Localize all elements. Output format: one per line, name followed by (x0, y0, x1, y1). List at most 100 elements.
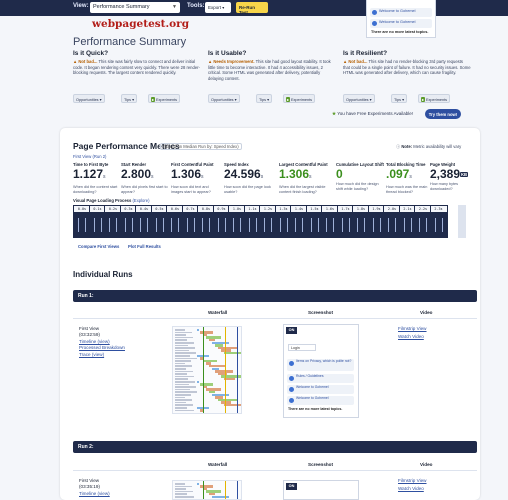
waterfall-thumbnail[interactable] (172, 480, 242, 500)
waterfall-row-label (175, 490, 193, 493)
metric-value: 1.306s (279, 167, 312, 181)
metric-value: 1.306s (171, 167, 204, 181)
waterfall-row-label (175, 331, 192, 334)
try-them-now-button[interactable]: Try them now! (425, 109, 461, 119)
page-title: Performance Summary (73, 36, 187, 48)
waterfall-marker-line (225, 481, 226, 499)
waterfall-row-label (175, 391, 197, 393)
filmstrip[interactable]: 0.0s 0.1s 0.2s 0.3s 0.4s 0.5s 0.6s 0.7s 0.8s 0.9s… (73, 205, 477, 238)
chevron-down-icon: ▾ (222, 5, 225, 10)
summary-buttons: Opportunities ▾ Tips ▾ ▸ Experiments (343, 94, 471, 103)
chevron-down-icon: ▼ (172, 4, 177, 10)
opportunities-button[interactable]: Opportunities ▾ (73, 94, 105, 103)
filmstrip-frame[interactable]: 2.3s (429, 205, 448, 238)
metric-description: How soon did the page look usable? (224, 185, 271, 194)
opportunities-button[interactable]: Opportunities ▾ (343, 94, 375, 103)
export-button[interactable]: Export ▾ (205, 2, 231, 13)
waterfall-row-label (175, 370, 193, 373)
experiments-label: Experiments (290, 98, 313, 102)
frame-content (357, 218, 365, 232)
summary-status: Needs Improvement. (213, 59, 255, 64)
screenshot-thumbnail[interactable]: ON (283, 480, 359, 500)
timeline-link[interactable]: Timeline (view) (79, 491, 110, 497)
site-logo: ON (286, 483, 297, 490)
waterfall-thumbnail[interactable] (172, 326, 242, 414)
waterfall-row-label (175, 347, 195, 349)
frame-content (310, 218, 319, 232)
watch-video-link[interactable]: Watch Video (398, 486, 424, 492)
waterfall-row-label (175, 409, 194, 412)
opportunities-button[interactable]: Opportunities ▾ (208, 94, 240, 103)
processed-breakdown-link[interactable]: Processed Breakdown (79, 345, 125, 351)
filmstrip-view-link[interactable]: Filmstrip View (398, 478, 427, 484)
waterfall-row-label (175, 483, 185, 485)
avatar (289, 398, 294, 403)
free-experiments-text: You have Free Experiments Available! (337, 111, 414, 116)
frame-content (217, 218, 226, 232)
waterfall-row-label (175, 342, 194, 344)
summary-resilient: Is it Resilient? ▲ Not bad... This site … (343, 50, 471, 103)
topic-text: Rules / Guidelines (296, 374, 324, 378)
frame-content (186, 218, 195, 232)
waterfall-marker-line (237, 481, 238, 499)
note-text: Metric availability will vary (413, 144, 462, 149)
view-select-value: Performance Summary (93, 4, 150, 10)
waterfall-row-label (175, 383, 189, 386)
waterfall-row-label (175, 357, 197, 360)
rerun-test-button[interactable]: Re-Run Test (236, 2, 268, 15)
avatar (289, 376, 294, 381)
tips-button[interactable]: Tips ▾ (256, 94, 273, 103)
popup-item[interactable]: Welcome to Gohemel (370, 19, 432, 28)
col-video: Video (420, 462, 433, 467)
trace-link[interactable]: Trace (view) (79, 352, 125, 358)
filmstrip-label: Visual Page Loading Process (Explore) (73, 198, 150, 203)
summary-status: Not bad... (78, 59, 98, 64)
experiments-label: Experiments (425, 98, 448, 102)
watch-video-link[interactable]: Watch Video (398, 334, 424, 340)
experiments-icon: ▸ (151, 97, 155, 102)
waterfall-row-label (175, 360, 191, 362)
divider (73, 470, 477, 471)
avatar (372, 21, 377, 26)
info-icon: ⓘ (396, 144, 401, 149)
frame-content (279, 218, 288, 232)
waterfall-bar (224, 404, 241, 407)
export-label: Export (208, 5, 222, 10)
metric-description: How much did the design shift while load… (336, 182, 379, 191)
explore-link[interactable]: (Explore) (133, 198, 150, 203)
metrics-card: Page Performance Metrics (Based on Media… (60, 128, 480, 500)
based-on-select[interactable]: (Based on Median Run by: Speed Index) (160, 143, 242, 150)
col-waterfall: Waterfall (208, 462, 228, 467)
summary-buttons: Opportunities ▾ Tips ▾ ▸ Experiments (73, 94, 201, 103)
view-select[interactable]: Performance Summary ▼ (90, 2, 180, 13)
metric-description: When did the content start downloading? (73, 185, 118, 194)
frame-content (326, 218, 334, 232)
tips-button[interactable]: Tips ▾ (121, 94, 138, 103)
first-view-label: First View (Run 2) (73, 154, 107, 159)
experiments-button[interactable]: ▸ Experiments (418, 94, 451, 103)
warning-icon: ▲ (343, 59, 348, 64)
tips-button[interactable]: Tips ▾ (391, 94, 408, 103)
compare-first-views-link[interactable]: Compare First Views (78, 244, 119, 249)
waterfall-row-label (175, 355, 190, 357)
waterfall-row-label (175, 329, 185, 331)
topic-text: Welcome to Gohemel (296, 385, 329, 389)
waterfall-row-label (175, 362, 185, 365)
metric-description: When did pixels first start to appear? (121, 185, 168, 194)
screenshot-thumbnail[interactable]: ON Login Items on Privacy, which is poli… (283, 324, 359, 418)
site-logo: ON (286, 327, 297, 334)
waterfall-row-label (175, 352, 196, 354)
plot-full-results-link[interactable]: Plot Full Results (128, 244, 161, 249)
metric-value: 2.800s (121, 167, 154, 181)
filmstrip-scrollbar[interactable] (458, 205, 466, 238)
brand-logo[interactable]: webpagetest.org (92, 18, 189, 30)
filmstrip-view-link[interactable]: Filmstrip View (398, 326, 427, 332)
popup-item[interactable]: Welcome to Gohemel (370, 8, 432, 17)
experiments-button[interactable]: ▸ Experiments (148, 94, 181, 103)
run-time: (03:32:59) (79, 331, 100, 337)
tools-label: Tools: (187, 3, 205, 9)
free-experiments-notice: ★ You have Free Experiments Available! (332, 111, 413, 117)
experiments-button[interactable]: ▸ Experiments (283, 94, 316, 103)
frame-content (388, 218, 396, 232)
metric-tbt: Total Blocking Time .097s How much was t… (386, 162, 436, 194)
